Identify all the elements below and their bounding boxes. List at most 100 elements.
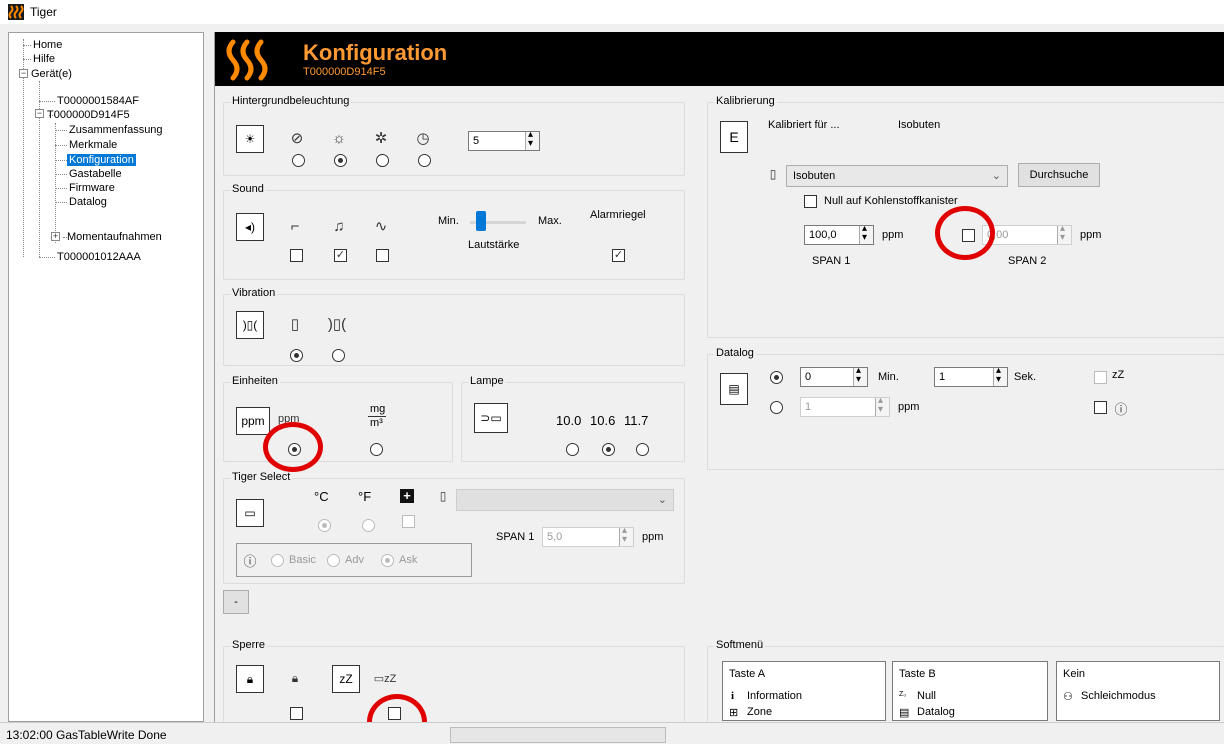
tree-collapse-device-icon[interactable]: − (35, 109, 44, 118)
calibrated-for-value: Isobuten (898, 119, 941, 131)
device-vibrate-icon: )▯( (327, 316, 347, 333)
tree-item-gas-table[interactable]: Gastabelle (69, 167, 122, 181)
lamp-group: Lampe ⊃▭ 10.0 10.6 11.7 (461, 375, 685, 462)
tree-item-home[interactable]: Home (33, 38, 62, 52)
sound-off-switch-icon: ⌐ (290, 217, 300, 235)
m3-unit-label: m³ (370, 417, 383, 429)
softmenu-card-a[interactable]: Taste A i Information ⊞ Zone (722, 661, 886, 721)
mg-unit-label: mg (370, 403, 386, 415)
backlight-radio-auto[interactable] (334, 154, 347, 167)
tiger-add-check[interactable] (402, 515, 415, 528)
vibration-radio-on[interactable] (332, 349, 345, 362)
tree-item-device-2[interactable]: T000000D914F5 (47, 108, 130, 122)
tree-item-firmware[interactable]: Firmware (69, 181, 115, 195)
vibration-radio-off[interactable] (290, 349, 303, 362)
softmenu-card-c[interactable]: Kein ⚇ Schleichmodus (1056, 661, 1220, 721)
annotation-circle-ppm (263, 422, 323, 472)
add-icon[interactable]: + (400, 489, 414, 503)
lamp-radio-100[interactable] (566, 443, 579, 456)
backlight-radio-timer[interactable] (418, 154, 431, 167)
lamp-radio-106[interactable] (602, 443, 615, 456)
tiger-span1-spinner[interactable]: 5,0 (542, 525, 634, 547)
datalog-threshold-spinner[interactable]: 1 (800, 395, 890, 417)
tiger-radio-celsius[interactable] (318, 519, 331, 532)
backlight-timeout-spinner[interactable]: 5 (468, 129, 540, 151)
lamp-option-2: 10.6 (590, 413, 616, 428)
zero-icon: Z₀ (899, 691, 907, 698)
vibration-group: Vibration )▯( ▯ )▯( (223, 287, 685, 366)
vibration-on-icon[interactable]: )▯( (236, 311, 264, 339)
datalog-sec-spinner[interactable]: 1 (934, 365, 1008, 387)
lock-main-icon[interactable]: 🔒︎ (236, 665, 264, 693)
volume-min-label: Min. (438, 215, 459, 227)
mode-radio-basic[interactable] (271, 554, 284, 567)
window-title: Tiger (30, 5, 57, 19)
bell-icon: ♫ (333, 217, 345, 235)
tiger-span1-unit: ppm (642, 531, 664, 543)
tree-collapse-devices-icon[interactable]: − (19, 69, 28, 78)
tree-item-device-3[interactable]: T000001012AAA (57, 250, 141, 264)
probe-icon[interactable]: ▭ (236, 499, 264, 527)
sleep-box-icon[interactable]: zZ (332, 665, 360, 693)
span1-spinner[interactable]: 100,0 (804, 223, 874, 245)
sound-check-bell[interactable]: ✓ (334, 249, 347, 262)
zero-carbon-check[interactable] (804, 195, 817, 208)
mode-radio-adv[interactable] (327, 554, 340, 567)
tree-item-devices[interactable]: Gerät(e) (31, 67, 72, 81)
datalog-sleep-icon: zZ (1112, 369, 1125, 381)
unit-radio-mgm3[interactable] (370, 443, 383, 456)
tiger-select-group: Tiger Select ▭ °C °F + ▯ ⌄ SPAN 1 5,0 pp… (223, 471, 685, 584)
datalog-min-spinner[interactable]: 0 (800, 365, 868, 387)
tree-item-summary[interactable]: Zusammenfassung (69, 123, 163, 137)
tiger-select-gas-combo[interactable]: ⌄ (456, 489, 674, 511)
datalog-info-check[interactable] (1094, 401, 1107, 414)
browse-button[interactable]: Durchsuche (1018, 163, 1100, 187)
lock-check[interactable] (290, 707, 303, 720)
lamp-option-3: 11.7 (624, 413, 649, 428)
lamp-radio-117[interactable] (636, 443, 649, 456)
softmenu-group: Softmenü Taste A i Information ⊞ Zone Ta… (707, 639, 1224, 722)
datalog-radio-interval[interactable] (770, 371, 783, 384)
softmenu-card-c-title: Kein (1063, 668, 1086, 680)
span2-unit: ppm (1080, 229, 1102, 241)
datalog-radio-threshold[interactable] (770, 401, 783, 414)
fahrenheit-label: °F (358, 489, 372, 504)
backlight-radio-dim[interactable] (376, 154, 389, 167)
device-still-icon: ▯ (290, 316, 300, 333)
tree-item-device-1[interactable]: T0000001584AF (57, 94, 139, 108)
tree-item-help[interactable]: Hilfe (33, 52, 55, 66)
sound-check-off[interactable] (290, 249, 303, 262)
sound-check-wave[interactable] (376, 249, 389, 262)
zone-icon: ⊞ (729, 707, 739, 719)
mode-radio-ask[interactable] (381, 554, 394, 567)
alarm-latch-check[interactable]: ✓ (612, 249, 625, 262)
speaker-icon[interactable]: ◂) (236, 213, 264, 241)
calibration-box[interactable]: E (720, 121, 748, 153)
span2-spinner[interactable]: 0,00 (982, 223, 1072, 245)
softmenu-card-a-item-2: Zone (747, 706, 773, 718)
tiger-radio-fahrenheit[interactable] (362, 519, 375, 532)
tiger-span1-label: SPAN 1 (496, 531, 535, 543)
calibration-gas-combo[interactable]: Isobuten ⌄ (786, 165, 1008, 187)
tree-item-snapshots[interactable]: Momentaufnahmen (67, 230, 162, 244)
device-serial: T000000D914F5 (303, 66, 386, 78)
softmenu-card-b-item-1: Null (917, 690, 936, 702)
lamp-icon[interactable]: ⊃▭ (474, 403, 508, 433)
ppm-unit-box[interactable]: ppm (236, 407, 270, 435)
tree-item-features[interactable]: Merkmale (69, 138, 117, 152)
datalog-sleep-check[interactable] (1094, 371, 1107, 384)
backlight-on-icon[interactable]: ☀ (236, 125, 264, 153)
backlight-timer-icon: ◷ (416, 130, 430, 147)
datalog-icon[interactable]: ▤ (720, 373, 748, 405)
tree-expand-snapshots-icon[interactable]: + (51, 232, 60, 241)
vibration-group-label: Vibration (230, 287, 278, 299)
units-group: Einheiten ppm ppm mg m³ (223, 375, 453, 462)
softmenu-card-b[interactable]: Taste B Z₀ Null ▤ Datalog (892, 661, 1048, 721)
tree-item-configuration[interactable]: Konfiguration (67, 153, 136, 167)
tree-item-datalog[interactable]: Datalog (69, 195, 107, 209)
collapse-button[interactable]: - (223, 590, 249, 614)
softmenu-group-label: Softmenü (714, 639, 766, 651)
device-tree[interactable]: − − + Home Hilfe Gerät(e) T0000001584AF … (8, 32, 204, 722)
backlight-radio-off[interactable] (292, 154, 305, 167)
volume-slider-thumb[interactable] (476, 211, 486, 231)
